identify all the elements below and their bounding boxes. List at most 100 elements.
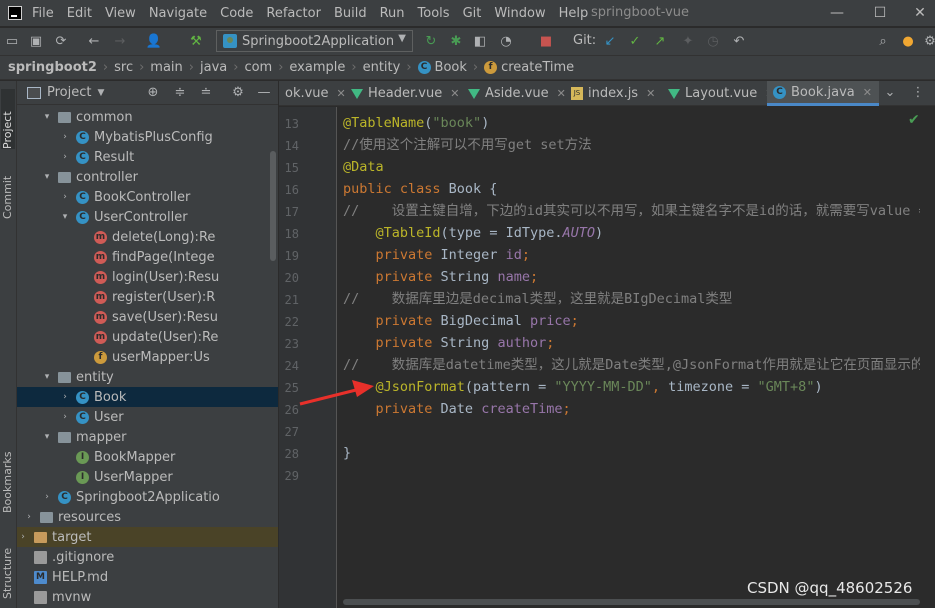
hide-panel-icon[interactable]: — — [255, 84, 273, 102]
tree-item[interactable]: f userMapper:Us — [17, 347, 278, 367]
chevron-right-icon[interactable]: › — [59, 192, 71, 202]
stop-icon[interactable]: ■ — [536, 32, 556, 52]
breadcrumb-example[interactable]: example — [289, 60, 345, 75]
tree-item[interactable]: ▾ common — [17, 107, 278, 127]
breadcrumb-java[interactable]: java — [200, 60, 227, 75]
search-icon[interactable]: ⌕ — [873, 32, 893, 52]
chevron-down-icon[interactable]: ▾ — [41, 172, 53, 182]
tree-item[interactable]: › C Springboot2Applicatio — [17, 487, 278, 507]
editor-vertical-scrollbar[interactable] — [920, 107, 935, 608]
breadcrumb-com[interactable]: com — [244, 60, 272, 75]
tab-index-js[interactable]: JS index.js ✕ — [565, 81, 655, 106]
open-folder-icon[interactable]: ▭ — [2, 32, 22, 52]
tree-item[interactable]: ▾ mapper — [17, 427, 278, 447]
menu-build[interactable]: Build — [334, 6, 367, 21]
tree-item[interactable]: › target — [17, 527, 278, 547]
coverage-icon[interactable]: ◧ — [470, 32, 490, 52]
menu-edit[interactable]: Edit — [67, 6, 92, 21]
tree-item[interactable]: M HELP.md — [17, 567, 278, 587]
breadcrumb-createtime[interactable]: f createTime — [484, 60, 574, 75]
maximize-button[interactable]: ☐ — [870, 3, 890, 23]
more-options-icon[interactable]: ⋮ — [909, 84, 927, 102]
tree-item[interactable]: › C Result — [17, 147, 278, 167]
tab-ok-vue[interactable]: ok.vue ✕ — [279, 81, 346, 106]
user-icon[interactable]: 👤 — [144, 32, 164, 52]
sync-icon[interactable]: ⟳ — [51, 32, 71, 52]
close-icon[interactable]: ✕ — [863, 86, 872, 99]
close-icon[interactable]: ✕ — [646, 87, 655, 100]
chevron-right-icon[interactable]: › — [23, 512, 35, 522]
tree-item[interactable]: › C MybatisPlusConfig — [17, 127, 278, 147]
close-window-button[interactable]: ✕ — [910, 3, 930, 23]
tree-item[interactable]: ▾ entity — [17, 367, 278, 387]
project-panel-title[interactable]: Project — [47, 85, 91, 100]
breadcrumb-entity[interactable]: entity — [363, 60, 401, 75]
tree-item[interactable]: m delete(Long):Re — [17, 227, 278, 247]
git-commit-icon[interactable]: ✓ — [625, 32, 645, 52]
chevron-down-icon[interactable]: ▾ — [59, 212, 71, 222]
editor-horizontal-scrollbar[interactable] — [343, 599, 920, 605]
git-push-icon[interactable]: ↗ — [650, 32, 670, 52]
breadcrumb-book[interactable]: C Book — [417, 60, 467, 75]
back-icon[interactable]: ← — [84, 32, 104, 52]
tree-scrollbar[interactable] — [270, 151, 276, 261]
git-rollback-icon[interactable]: ↶ — [729, 32, 749, 52]
collapse-all-icon[interactable]: ≐ — [197, 84, 215, 102]
menu-tools[interactable]: Tools — [418, 6, 450, 21]
tree-item[interactable]: › C Book — [17, 387, 278, 407]
tree-item[interactable]: I BookMapper — [17, 447, 278, 467]
tree-item[interactable]: .gitignore — [17, 547, 278, 567]
tree-item[interactable]: › resources — [17, 507, 278, 527]
breadcrumb-main[interactable]: main — [150, 60, 182, 75]
profile-icon[interactable]: ◔ — [496, 32, 516, 52]
debug-bug-icon[interactable]: ✱ — [446, 32, 466, 52]
tab-book-java[interactable]: C Book.java ✕ — [767, 81, 879, 106]
project-tool-tab[interactable]: Project — [1, 89, 15, 149]
tab-aside-vue[interactable]: Aside.vue ✕ — [462, 81, 566, 106]
breadcrumb-project[interactable]: springboot2 — [8, 60, 97, 75]
git-fetch-icon[interactable]: ✦ — [678, 32, 698, 52]
run-configuration-select[interactable]: Springboot2Application ▼ — [216, 30, 413, 52]
minimize-button[interactable]: — — [827, 3, 847, 23]
tree-item[interactable]: › C User — [17, 407, 278, 427]
menu-navigate[interactable]: Navigate — [149, 6, 207, 21]
commit-tool-tab[interactable]: Commit — [1, 163, 15, 219]
menu-git[interactable]: Git — [463, 6, 482, 21]
chevron-right-icon[interactable]: › — [59, 152, 71, 162]
code-area[interactable]: @TableName("book") //使用这个注解可以不用写get set方法… — [338, 107, 920, 608]
tree-item[interactable]: ▾ controller — [17, 167, 278, 187]
menu-run[interactable]: Run — [380, 6, 405, 21]
tab-layout-vue[interactable]: Layout.vue✕ — [662, 81, 774, 106]
chevron-right-icon[interactable]: › — [59, 412, 71, 422]
settings-icon[interactable]: ⚙ — [920, 32, 935, 52]
tree-item[interactable]: m save(User):Resu — [17, 307, 278, 327]
tree-item[interactable]: m findPage(Intege — [17, 247, 278, 267]
chevron-down-icon[interactable]: ⌄ — [881, 84, 899, 102]
breadcrumb-src[interactable]: src — [114, 60, 133, 75]
close-icon[interactable]: ✕ — [450, 87, 459, 100]
structure-tool-tab[interactable]: Structure — [1, 527, 15, 599]
chevron-right-icon[interactable]: › — [59, 132, 71, 142]
tree-item[interactable]: ▾ C UserController — [17, 207, 278, 227]
chevron-down-icon[interactable]: ▾ — [41, 112, 53, 122]
tree-item[interactable]: › C BookController — [17, 187, 278, 207]
inspection-ok-icon[interactable]: ✔ — [908, 112, 920, 128]
tree-item[interactable]: I UserMapper — [17, 467, 278, 487]
chevron-down-icon[interactable]: ▼ — [97, 88, 104, 98]
tree-item[interactable]: mvnw — [17, 587, 278, 607]
menu-refactor[interactable]: Refactor — [266, 6, 321, 21]
chevron-down-icon[interactable]: ▾ — [41, 432, 53, 442]
bookmarks-tool-tab[interactable]: Bookmarks — [1, 433, 15, 513]
menu-window[interactable]: Window — [494, 6, 545, 21]
tree-item[interactable]: m register(User):R — [17, 287, 278, 307]
menu-file[interactable]: File — [32, 6, 54, 21]
git-history-icon[interactable]: ◷ — [703, 32, 723, 52]
locate-icon[interactable]: ⊕ — [144, 84, 162, 102]
menu-help[interactable]: Help — [559, 6, 589, 21]
update-icon[interactable]: ● — [898, 32, 918, 52]
tree-item[interactable]: m update(User):Re — [17, 327, 278, 347]
chevron-down-icon[interactable]: ▾ — [41, 372, 53, 382]
save-all-icon[interactable]: ▣ — [26, 32, 46, 52]
tree-item[interactable]: m login(User):Resu — [17, 267, 278, 287]
build-hammer-icon[interactable]: ⚒ — [186, 32, 206, 52]
